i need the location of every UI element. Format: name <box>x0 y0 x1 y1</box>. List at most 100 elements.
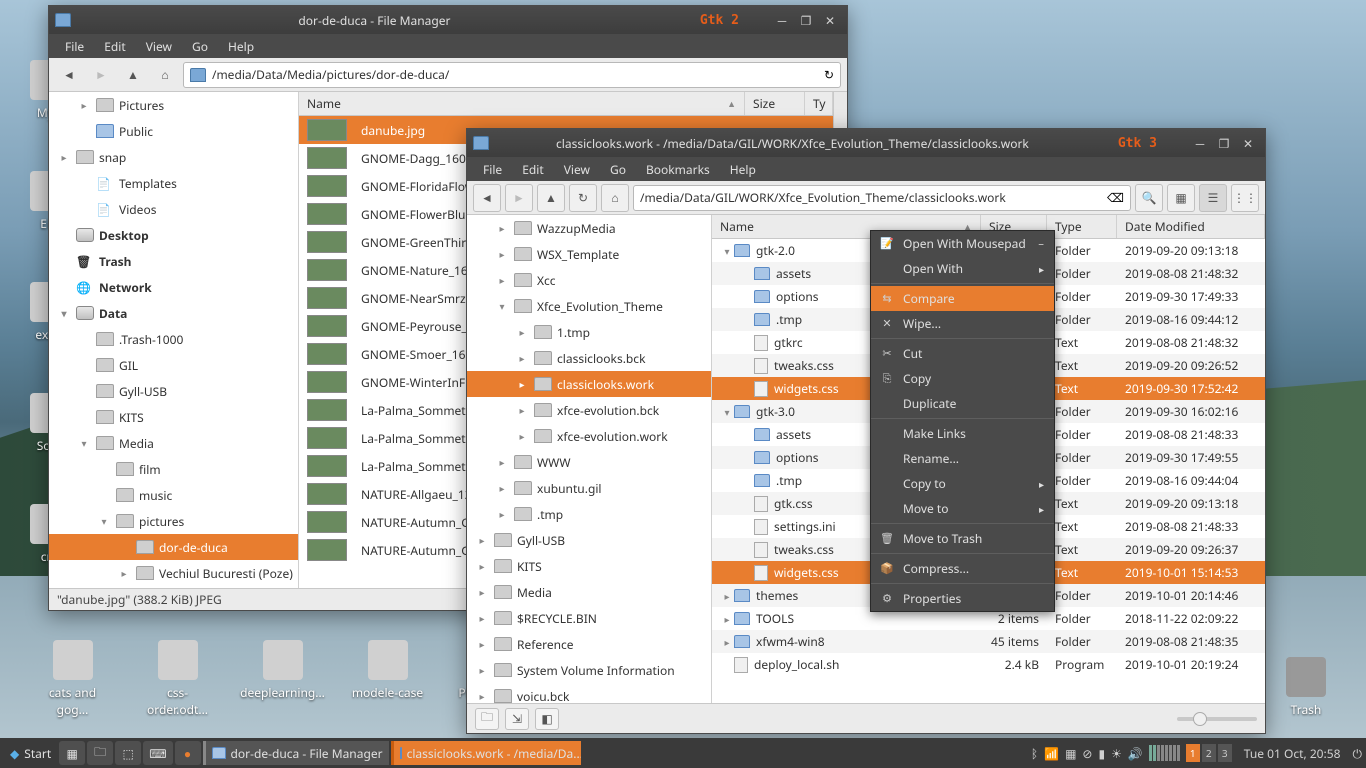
battery-icon[interactable]: ▮ <box>1098 745 1105 762</box>
expand-icon[interactable]: ▸ <box>117 566 131 580</box>
expand-icon[interactable]: ▸ <box>515 377 529 391</box>
refresh-icon[interactable]: ↻ <box>824 66 834 83</box>
view-icons-button[interactable]: ▦ <box>1167 184 1195 212</box>
tree-item[interactable]: ▸Xcc <box>467 267 711 293</box>
close-button[interactable]: ✕ <box>1237 134 1259 152</box>
expand-icon[interactable]: ▸ <box>515 429 529 443</box>
up-button[interactable]: ▲ <box>119 61 147 89</box>
col-modified[interactable]: Date Modified <box>1117 215 1265 238</box>
ctx-rename-[interactable]: Rename... <box>871 446 1054 471</box>
tree-item[interactable]: ▸$RECYCLE.BIN <box>467 605 711 631</box>
tree-item[interactable]: 📄Templates <box>49 170 298 196</box>
view-list-button[interactable]: ☰ <box>1199 184 1227 212</box>
expand-icon[interactable]: ▸ <box>495 273 509 287</box>
desktop-icon[interactable]: deeplearning... <box>245 640 320 718</box>
taskbar-task[interactable]: dor-de-duca - File Manager <box>203 741 389 765</box>
folder-tree[interactable]: ▸PicturesPublic▸snap📄Templates📄VideosDes… <box>49 92 299 588</box>
forward-button[interactable]: ► <box>505 184 533 212</box>
tree-item[interactable]: ▸classiclooks.bck <box>467 345 711 371</box>
expand-icon[interactable]: ▸ <box>475 559 489 573</box>
ctx-compress-[interactable]: 📦Compress... <box>871 556 1054 581</box>
tree-item[interactable]: Public <box>49 118 298 144</box>
quick-launch-firefox[interactable]: ● <box>175 741 201 765</box>
tree-item[interactable]: ▸Vechiul Bucuresti (Poze) <box>49 560 298 586</box>
menu-bookmarks[interactable]: Bookmarks <box>636 157 720 182</box>
brightness-icon[interactable]: ☀ <box>1111 745 1122 762</box>
ctx-open-with-mousepad[interactable]: 📝Open With Mousepad− <box>871 231 1054 256</box>
col-type[interactable]: Type <box>1047 215 1117 238</box>
ctx-open-with[interactable]: Open With▸ <box>871 256 1054 281</box>
tree-item[interactable]: ▸WazzupMedia <box>467 215 711 241</box>
tree-item[interactable]: 📄Videos <box>49 196 298 222</box>
ctx-properties[interactable]: ⚙Properties <box>871 586 1054 611</box>
expand-icon[interactable]: ▸ <box>720 635 734 649</box>
expand-icon[interactable]: ▸ <box>475 533 489 547</box>
expand-icon[interactable]: ▸ <box>720 589 734 603</box>
menu-view[interactable]: View <box>554 157 600 182</box>
address-bar[interactable]: /media/Data/GIL/WORK/Xfce_Evolution_Them… <box>633 185 1131 211</box>
tree-item[interactable]: ▸xubuntu.gil <box>467 475 711 501</box>
expand-icon[interactable]: ▸ <box>515 325 529 339</box>
tree-item[interactable]: ▾pictures <box>49 508 298 534</box>
expand-icon[interactable]: ▸ <box>495 481 509 495</box>
menu-help[interactable]: Help <box>720 157 766 182</box>
titlebar[interactable]: dor-de-duca - File Manager Gtk 2 ─ ❐ ✕ <box>49 6 847 34</box>
col-name[interactable]: Name▲ <box>299 92 745 115</box>
tray-icon[interactable]: ⊘ <box>1082 745 1092 762</box>
expand-icon[interactable]: ▾ <box>720 244 734 258</box>
up-button[interactable]: ▲ <box>537 184 565 212</box>
tree-item[interactable]: ▸xfce-evolution.bck <box>467 397 711 423</box>
address-bar[interactable]: /media/Data/Media/pictures/dor-de-duca/ … <box>183 62 841 88</box>
ctx-copy-to[interactable]: Copy to▸ <box>871 471 1054 496</box>
file-row[interactable]: deploy_local.sh2.4 kBProgram2019-10-01 2… <box>712 653 1265 676</box>
tree-item[interactable]: ▸snap <box>49 144 298 170</box>
clear-icon[interactable]: ⌫ <box>1107 189 1124 206</box>
tree-item[interactable]: film <box>49 456 298 482</box>
tree-item[interactable]: ▸xfce-evolution.work <box>467 423 711 449</box>
tree-item[interactable]: ▸System Volume Information <box>467 657 711 683</box>
menu-view[interactable]: View <box>136 34 182 59</box>
maximize-button[interactable]: ❐ <box>795 11 817 29</box>
menu-file[interactable]: File <box>473 157 512 182</box>
menu-go[interactable]: Go <box>182 34 218 59</box>
quick-launch[interactable]: 🗀 <box>87 741 113 765</box>
ctx-cut[interactable]: ✂Cut <box>871 341 1054 366</box>
zoom-slider[interactable] <box>1177 717 1257 721</box>
tree-item[interactable]: ▾Media <box>49 430 298 456</box>
tree-item[interactable]: Gyll-USB <box>49 378 298 404</box>
tree-item[interactable]: ▾Data <box>49 300 298 326</box>
expand-icon[interactable]: ▸ <box>495 247 509 261</box>
tree-item[interactable]: ▸1.tmp <box>467 319 711 345</box>
menu-edit[interactable]: Edit <box>512 157 553 182</box>
folder-tree[interactable]: ▸WazzupMedia▸WSX_Template▸Xcc▾Xfce_Evolu… <box>467 215 712 703</box>
volume-icon[interactable]: 🔊 <box>1128 745 1143 762</box>
start-button[interactable]: ◆Start <box>4 741 57 765</box>
view-compact-button[interactable]: ⋮⋮ <box>1231 184 1259 212</box>
quick-launch[interactable]: ⬚ <box>115 741 141 765</box>
expand-icon[interactable]: ▸ <box>475 637 489 651</box>
expand-icon[interactable]: ▸ <box>495 455 509 469</box>
ctx-move-to-trash[interactable]: 🗑Move to Trash <box>871 526 1054 551</box>
back-button[interactable]: ◄ <box>55 61 83 89</box>
ctx-compare[interactable]: ⇆Compare <box>871 286 1054 311</box>
minimize-button[interactable]: ─ <box>1189 134 1211 152</box>
expand-icon[interactable]: ▾ <box>97 514 111 528</box>
tree-item[interactable]: ▸Media <box>467 579 711 605</box>
ctx-duplicate[interactable]: Duplicate <box>871 391 1054 416</box>
tree-item[interactable]: GIL <box>49 352 298 378</box>
maximize-button[interactable]: ❐ <box>1213 134 1235 152</box>
wifi-icon[interactable]: 📶 <box>1044 745 1059 762</box>
expand-icon[interactable]: ▸ <box>77 98 91 112</box>
back-button[interactable]: ◄ <box>473 184 501 212</box>
tree-item[interactable]: ▸WWW <box>467 449 711 475</box>
tree-item[interactable]: ▸voicu.bck <box>467 683 711 703</box>
tree-item[interactable]: 🌐Network <box>49 274 298 300</box>
places-button[interactable]: 🗀 <box>475 708 499 730</box>
minimize-button[interactable]: ─ <box>771 11 793 29</box>
power-icon[interactable]: ⏻ <box>1353 745 1363 762</box>
tree-item[interactable]: ▸KITS <box>467 553 711 579</box>
expand-icon[interactable]: ▸ <box>515 403 529 417</box>
refresh-button[interactable]: ↻ <box>569 184 597 212</box>
expand-icon[interactable]: ▸ <box>720 612 734 626</box>
panel-button[interactable]: ◧ <box>535 708 559 730</box>
